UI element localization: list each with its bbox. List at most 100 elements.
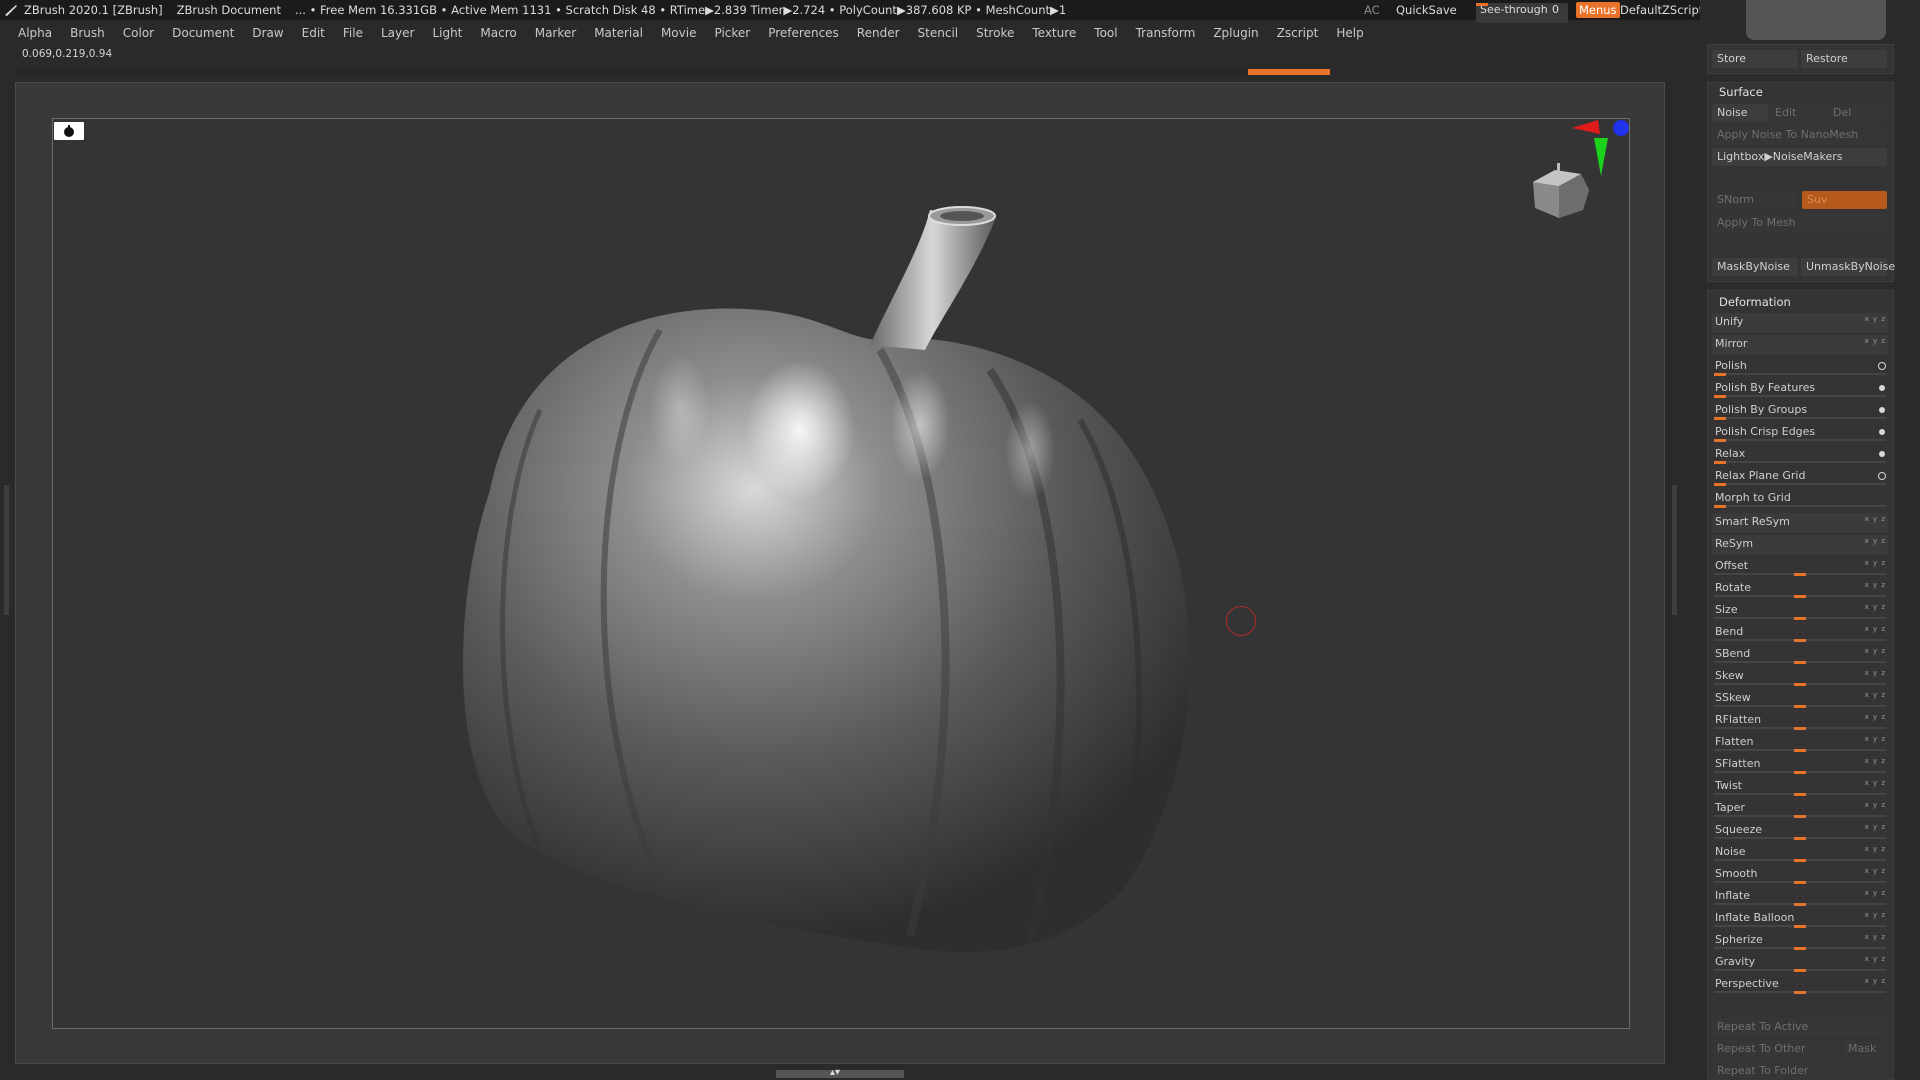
xyz-axis-icon[interactable]: x y z (1865, 735, 1886, 743)
apply-noise-nanomesh-button[interactable]: Apply Noise To NanoMesh (1712, 126, 1887, 144)
xyz-axis-icon[interactable]: x y z (1865, 315, 1886, 323)
repeat-mask-button[interactable]: Mask (1843, 1040, 1887, 1058)
xyz-axis-icon[interactable]: x y z (1865, 625, 1886, 633)
menu-render[interactable]: Render (857, 26, 900, 40)
deform-twist[interactable]: Twist x y z (1712, 777, 1888, 797)
see-through-slider[interactable]: See-through 0 (1476, 3, 1568, 23)
slider-knob[interactable] (1794, 925, 1806, 928)
mode-toggle-icon[interactable] (1878, 472, 1886, 480)
deform-skew[interactable]: Skew x y z (1712, 667, 1888, 687)
mode-toggle-icon[interactable] (1879, 429, 1885, 435)
slider-knob[interactable] (1794, 705, 1806, 708)
slider-knob[interactable] (1794, 595, 1806, 598)
xyz-axis-icon[interactable]: x y z (1865, 559, 1886, 567)
deform-offset[interactable]: Offset x y z (1712, 557, 1888, 577)
deform-bend[interactable]: Bend x y z (1712, 623, 1888, 643)
slider-knob[interactable] (1794, 749, 1806, 752)
deform-perspective[interactable]: Perspective x y z (1712, 975, 1888, 995)
mode-toggle-icon[interactable] (1879, 385, 1885, 391)
deform-resym[interactable]: ReSym x y z (1712, 535, 1888, 555)
xyz-axis-icon[interactable]: x y z (1865, 801, 1886, 809)
slider-knob[interactable] (1794, 969, 1806, 972)
repeat-to-active-button[interactable]: Repeat To Active (1712, 1018, 1887, 1036)
menu-color[interactable]: Color (123, 26, 154, 40)
slider-knob[interactable] (1714, 373, 1726, 376)
xyz-axis-icon[interactable]: x y z (1865, 757, 1886, 765)
deform-smooth[interactable]: Smooth x y z (1712, 865, 1888, 885)
menu-tool[interactable]: Tool (1094, 26, 1117, 40)
xyz-axis-icon[interactable]: x y z (1865, 515, 1886, 523)
mode-toggle-icon[interactable] (1879, 451, 1885, 457)
mask-by-noise-button[interactable]: MaskByNoise (1712, 258, 1798, 276)
slider-knob[interactable] (1794, 727, 1806, 730)
deform-mirror[interactable]: Mirror x y z (1712, 335, 1888, 355)
menu-document[interactable]: Document (172, 26, 234, 40)
menu-movie[interactable]: Movie (661, 26, 697, 40)
xyz-axis-icon[interactable]: x y z (1865, 889, 1886, 897)
menu-help[interactable]: Help (1336, 26, 1363, 40)
lightbox-noisemakers-button[interactable]: Lightbox▶NoiseMakers (1712, 148, 1887, 166)
menu-brush[interactable]: Brush (70, 26, 105, 40)
deform-sflatten[interactable]: SFlatten x y z (1712, 755, 1888, 775)
right-shelf-handle[interactable] (1672, 485, 1677, 615)
menu-stencil[interactable]: Stencil (918, 26, 959, 40)
repeat-to-folder-button[interactable]: Repeat To Folder (1712, 1062, 1887, 1080)
quicksave-button[interactable]: QuickSave (1396, 0, 1457, 20)
menu-edit[interactable]: Edit (302, 26, 325, 40)
unmask-by-noise-button[interactable]: UnmaskByNoise (1801, 258, 1895, 276)
menu-zplugin[interactable]: Zplugin (1213, 26, 1258, 40)
store-button[interactable]: Store (1712, 50, 1798, 68)
menu-draw[interactable]: Draw (252, 26, 283, 40)
menu-layer[interactable]: Layer (381, 26, 414, 40)
xyz-axis-icon[interactable]: x y z (1865, 691, 1886, 699)
deform-relax[interactable]: Relax (1712, 445, 1888, 465)
snorm-toggle[interactable]: SNorm (1712, 191, 1797, 209)
menu-transform[interactable]: Transform (1136, 26, 1196, 40)
xyz-axis-icon[interactable]: x y z (1865, 911, 1886, 919)
slider-knob[interactable] (1714, 439, 1726, 442)
xyz-axis-icon[interactable]: x y z (1865, 823, 1886, 831)
deform-unify[interactable]: Unify x y z (1712, 313, 1888, 333)
deform-sbend[interactable]: SBend x y z (1712, 645, 1888, 665)
xyz-axis-icon[interactable]: x y z (1865, 581, 1886, 589)
xyz-axis-icon[interactable]: x y z (1865, 779, 1886, 787)
menu-stroke[interactable]: Stroke (976, 26, 1014, 40)
menu-preferences[interactable]: Preferences (768, 26, 839, 40)
xyz-axis-icon[interactable]: x y z (1865, 537, 1886, 545)
ac-button[interactable]: AC (1364, 0, 1380, 20)
deform-relax-plane-grid[interactable]: Relax Plane Grid (1712, 467, 1888, 487)
menu-macro[interactable]: Macro (480, 26, 516, 40)
xyz-axis-icon[interactable]: x y z (1865, 669, 1886, 677)
menu-alpha[interactable]: Alpha (18, 26, 52, 40)
apply-to-mesh-button[interactable]: Apply To Mesh (1712, 214, 1887, 232)
xyz-axis-icon[interactable]: x y z (1865, 647, 1886, 655)
deform-squeeze[interactable]: Squeeze x y z (1712, 821, 1888, 841)
default-zscript-button[interactable]: DefaultZScript (1620, 0, 1703, 20)
slider-knob[interactable] (1714, 395, 1726, 398)
slider-knob[interactable] (1794, 947, 1806, 950)
mode-toggle-icon[interactable] (1879, 407, 1885, 413)
floor-toggle-icon[interactable] (54, 122, 84, 140)
xyz-axis-icon[interactable]: x y z (1865, 845, 1886, 853)
slider-knob[interactable] (1794, 881, 1806, 884)
mode-toggle-icon[interactable] (1878, 362, 1886, 370)
slider-knob[interactable] (1714, 483, 1726, 486)
slider-knob[interactable] (1714, 461, 1726, 464)
menu-texture[interactable]: Texture (1032, 26, 1076, 40)
xyz-axis-icon[interactable]: x y z (1865, 713, 1886, 721)
slider-knob[interactable] (1794, 639, 1806, 642)
slider-knob[interactable] (1794, 617, 1806, 620)
xyz-axis-icon[interactable]: x y z (1865, 603, 1886, 611)
deform-inflate[interactable]: Inflate x y z (1712, 887, 1888, 907)
noise-edit-button[interactable]: Edit (1770, 104, 1826, 122)
deform-rflatten[interactable]: RFlatten x y z (1712, 711, 1888, 731)
slider-knob[interactable] (1794, 771, 1806, 774)
menu-picker[interactable]: Picker (714, 26, 750, 40)
deform-inflate-balloon[interactable]: Inflate Balloon x y z (1712, 909, 1888, 929)
xyz-axis-icon[interactable]: x y z (1865, 337, 1886, 345)
deform-gravity[interactable]: Gravity x y z (1712, 953, 1888, 973)
menu-material[interactable]: Material (594, 26, 643, 40)
deform-polish[interactable]: Polish (1712, 357, 1888, 377)
menu-light[interactable]: Light (432, 26, 462, 40)
xyz-axis-icon[interactable]: x y z (1865, 933, 1886, 941)
